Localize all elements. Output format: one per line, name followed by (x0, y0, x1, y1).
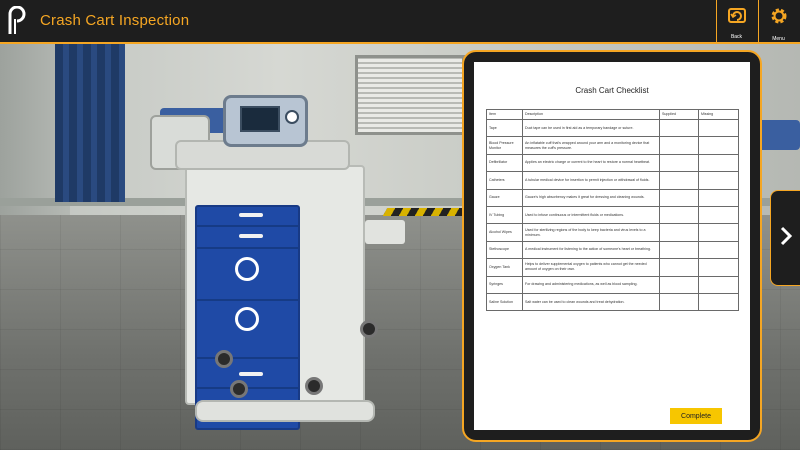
table-header-row: Item Description Supplied Missing (486, 109, 739, 120)
table-row: Stethoscope A medical instrument for list… (486, 240, 739, 260)
supplied-cell[interactable] (659, 292, 699, 312)
item-cell: IV Tubing (486, 205, 523, 225)
table-row: Blood Pressure Monitor An inflatable cuff… (486, 136, 739, 155)
item-cell: Blood Pressure Monitor (486, 136, 523, 155)
drawer-handle[interactable] (239, 234, 263, 238)
back-arrow-icon (727, 6, 747, 29)
item-cell: Tape (486, 118, 523, 138)
table-row: Saline Solution Salt water can be used to… (486, 292, 739, 312)
item-cell: Saline Solution (486, 292, 523, 312)
privacy-curtain (55, 42, 125, 202)
page-title: Crash Cart Inspection (40, 12, 190, 29)
table-row: Oxygen Tank Helps to deliver supplemental… (486, 258, 739, 277)
drawer-handle[interactable] (239, 372, 263, 376)
supplied-cell[interactable] (659, 258, 699, 277)
item-cell: Syringes (486, 275, 523, 294)
zoom-in-icon[interactable] (235, 307, 259, 331)
supplied-cell[interactable] (659, 153, 699, 173)
description-cell: Used for sterilizing regions of the body… (522, 223, 660, 242)
cart-wheel (215, 350, 233, 368)
missing-cell[interactable] (698, 188, 739, 207)
checklist-sheet: Crash Cart Checklist Item Description Su… (474, 62, 750, 430)
defibrillator-monitor[interactable] (223, 95, 308, 147)
zoom-in-icon[interactable] (235, 257, 259, 281)
table-row: IV Tubing Used to infuse continuous or in… (486, 205, 739, 225)
description-cell: A tubular medical device for insertion t… (522, 171, 660, 190)
item-cell: Gauze (486, 188, 523, 207)
description-cell: Salt water can be used to clean wounds a… (522, 292, 660, 312)
column-header: Item (486, 109, 523, 120)
top-bar: Crash Cart Inspection Back Menu (0, 0, 800, 44)
supplied-cell[interactable] (659, 240, 699, 260)
chevron-right-icon (779, 225, 793, 252)
item-cell: Catheters (486, 171, 523, 190)
drawer-handle[interactable] (239, 213, 263, 217)
column-header: Description (522, 109, 660, 120)
supplied-cell[interactable] (659, 136, 699, 155)
missing-cell[interactable] (698, 275, 739, 294)
back-button[interactable]: Back (716, 0, 756, 42)
checklist-table: Item Description Supplied Missing Tape Du… (486, 109, 739, 312)
menu-button[interactable]: Menu (758, 0, 798, 42)
missing-cell[interactable] (698, 258, 739, 277)
back-label: Back (730, 34, 743, 40)
item-cell: Alcohol Wipes (486, 223, 523, 242)
supplied-cell[interactable] (659, 275, 699, 294)
description-cell: Duct tape can be used in first aid as a … (522, 118, 660, 138)
missing-cell[interactable] (698, 240, 739, 260)
supplied-cell[interactable] (659, 118, 699, 138)
missing-cell[interactable] (698, 171, 739, 190)
missing-cell[interactable] (698, 205, 739, 225)
cart-wheel (360, 320, 378, 338)
table-row: Syringes For drawing and administering me… (486, 275, 739, 294)
description-cell: Gauze's high absorbency makes it great f… (522, 188, 660, 207)
checklist-tablet: Crash Cart Checklist Item Description Su… (462, 50, 762, 442)
table-row: Gauze Gauze's high absorbency makes it gr… (486, 188, 739, 207)
table-row: Alcohol Wipes Used for sterilizing region… (486, 223, 739, 242)
supplied-cell[interactable] (659, 223, 699, 242)
description-cell: Applies an electric charge or current to… (522, 153, 660, 173)
item-cell: Stethoscope (486, 240, 523, 260)
description-cell: An inflatable cuff that's wrapped around… (522, 136, 660, 155)
table-row: Defibrillator Applies an electric charge … (486, 153, 739, 173)
supplied-cell[interactable] (659, 188, 699, 207)
crash-cart[interactable] (175, 95, 378, 430)
table-row: Catheters A tubular medical device for in… (486, 171, 739, 190)
missing-cell[interactable] (698, 292, 739, 312)
cart-wheel (305, 377, 323, 395)
hazard-stripe (382, 208, 468, 216)
description-cell: For drawing and administering medication… (522, 275, 660, 294)
missing-cell[interactable] (698, 118, 739, 138)
description-cell: Used to infuse continuous or intermitten… (522, 205, 660, 225)
column-header: Missing (698, 109, 739, 120)
gear-icon (769, 6, 789, 31)
missing-cell[interactable] (698, 153, 739, 173)
next-button[interactable] (770, 190, 800, 286)
complete-button[interactable]: Complete (670, 408, 722, 424)
supplied-cell[interactable] (659, 171, 699, 190)
cart-base (195, 400, 375, 422)
column-header: Supplied (659, 109, 699, 120)
monitor-screen (240, 106, 280, 132)
checklist-title: Crash Cart Checklist (575, 86, 649, 95)
item-cell: Defibrillator (486, 153, 523, 173)
description-cell: A medical instrument for listening to th… (522, 240, 660, 260)
description-cell: Helps to deliver supplemental oxygen to … (522, 258, 660, 277)
p-logo-icon (4, 5, 30, 38)
cart-drawers[interactable] (195, 205, 300, 430)
menu-label: Menu (772, 36, 785, 42)
supplied-cell[interactable] (659, 205, 699, 225)
monitor-knob (285, 110, 299, 124)
missing-cell[interactable] (698, 136, 739, 155)
cart-wheel (230, 380, 248, 398)
missing-cell[interactable] (698, 223, 739, 242)
item-cell: Oxygen Tank (486, 258, 523, 277)
table-row: Tape Duct tape can be used in first aid a… (486, 118, 739, 138)
